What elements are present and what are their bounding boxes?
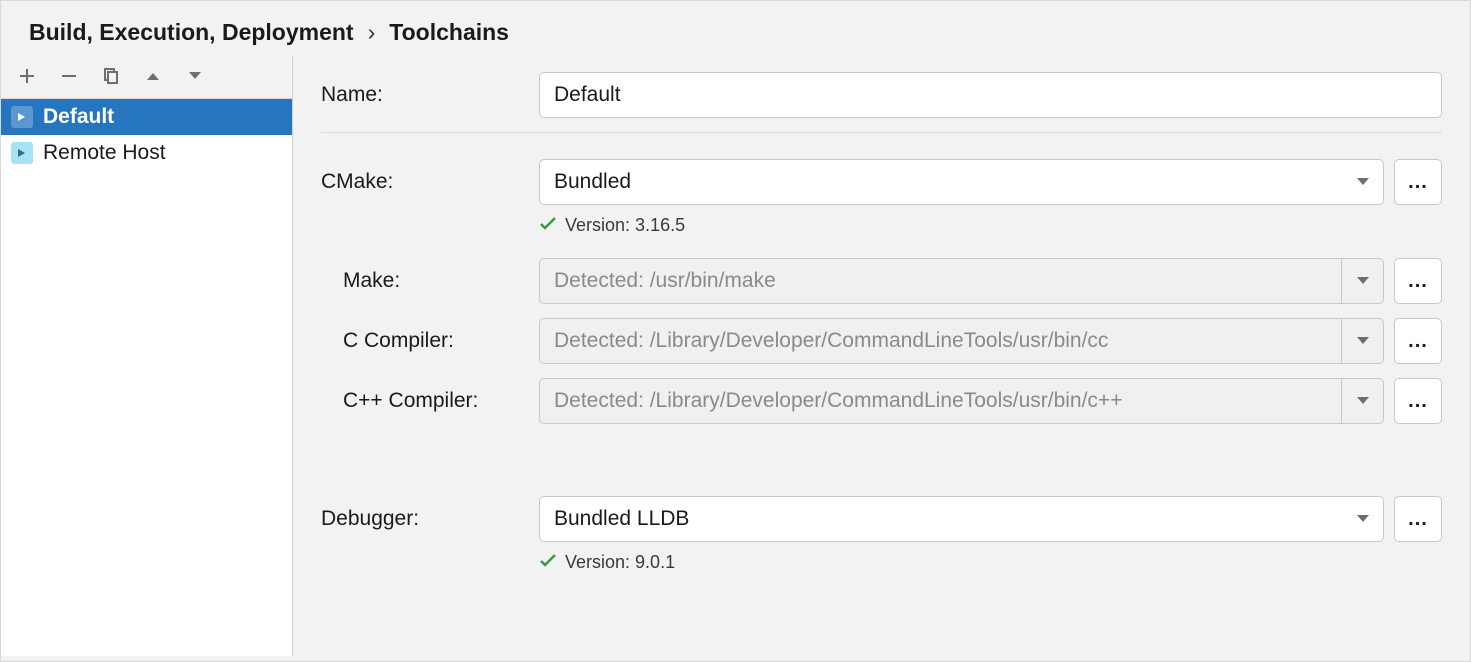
remote-toolchain-icon (11, 142, 33, 164)
debugger-browse-button[interactable]: ... (1394, 496, 1442, 542)
row-debugger: Debugger: Bundled LLDB ... (321, 496, 1442, 542)
cmake-value: Bundled (554, 170, 631, 194)
make-input[interactable]: Detected: /usr/bin/make (539, 258, 1384, 304)
name-input[interactable]: Default (539, 72, 1442, 118)
cmake-version: Version: 3.16.5 (565, 215, 685, 236)
breadcrumb-leaf: Toolchains (389, 19, 509, 46)
debugger-select[interactable]: Bundled LLDB (539, 496, 1384, 542)
label-make: Make: (321, 269, 539, 293)
cmake-status: Version: 3.16.5 (539, 215, 1442, 236)
c-compiler-browse-button[interactable]: ... (1394, 318, 1442, 364)
c-compiler-input[interactable]: Detected: /Library/Developer/CommandLine… (539, 318, 1384, 364)
chevron-down-icon (1341, 160, 1383, 204)
cpp-compiler-input[interactable]: Detected: /Library/Developer/CommandLine… (539, 378, 1384, 424)
settings-toolchains-page: Build, Execution, Deployment › Toolchain… (0, 0, 1471, 662)
move-up-button[interactable] (141, 64, 165, 88)
add-button[interactable] (15, 64, 39, 88)
cmake-browse-button[interactable]: ... (1394, 159, 1442, 205)
row-cmake: CMake: Bundled ... (321, 159, 1442, 205)
toolchain-item-remote-host[interactable]: Remote Host (1, 135, 292, 171)
toolchain-icon (11, 106, 33, 128)
c-compiler-placeholder: Detected: /Library/Developer/CommandLine… (554, 329, 1108, 353)
breadcrumb-separator: › (366, 19, 378, 46)
debugger-version: Version: 9.0.1 (565, 552, 675, 573)
divider (321, 132, 1442, 133)
checkmark-icon (539, 552, 557, 573)
label-cpp-compiler: C++ Compiler: (321, 389, 539, 413)
label-c-compiler: C Compiler: (321, 329, 539, 353)
move-down-button[interactable] (183, 64, 207, 88)
chevron-down-icon (1341, 319, 1383, 363)
chevron-down-icon (1341, 259, 1383, 303)
breadcrumb-root[interactable]: Build, Execution, Deployment (29, 19, 354, 46)
copy-button[interactable] (99, 64, 123, 88)
cpp-compiler-placeholder: Detected: /Library/Developer/CommandLine… (554, 389, 1122, 413)
cmake-select[interactable]: Bundled (539, 159, 1384, 205)
debugger-value: Bundled LLDB (554, 507, 689, 531)
make-placeholder: Detected: /usr/bin/make (554, 269, 776, 293)
toolchain-toolbar (1, 56, 292, 98)
row-cpp-compiler: C++ Compiler: Detected: /Library/Develop… (321, 378, 1442, 424)
row-name: Name: Default (321, 72, 1442, 118)
remove-button[interactable] (57, 64, 81, 88)
toolchain-form: Name: Default CMake: Bundled (293, 56, 1470, 656)
name-value: Default (554, 83, 621, 107)
breadcrumb: Build, Execution, Deployment › Toolchain… (1, 1, 1470, 56)
label-name: Name: (321, 83, 539, 107)
row-make: Make: Detected: /usr/bin/make ... (321, 258, 1442, 304)
toolchain-item-label: Remote Host (43, 141, 166, 165)
cpp-compiler-browse-button[interactable]: ... (1394, 378, 1442, 424)
toolchain-item-label: Default (43, 105, 114, 129)
label-debugger: Debugger: (321, 507, 539, 531)
checkmark-icon (539, 215, 557, 236)
chevron-down-icon (1341, 497, 1383, 541)
debugger-status: Version: 9.0.1 (539, 552, 1442, 573)
label-cmake: CMake: (321, 170, 539, 194)
row-c-compiler: C Compiler: Detected: /Library/Developer… (321, 318, 1442, 364)
toolchain-item-default[interactable]: Default (1, 99, 292, 135)
chevron-down-icon (1341, 379, 1383, 423)
toolchain-list: Default Remote Host (1, 98, 292, 656)
make-browse-button[interactable]: ... (1394, 258, 1442, 304)
toolchain-sidebar: Default Remote Host (1, 56, 293, 656)
